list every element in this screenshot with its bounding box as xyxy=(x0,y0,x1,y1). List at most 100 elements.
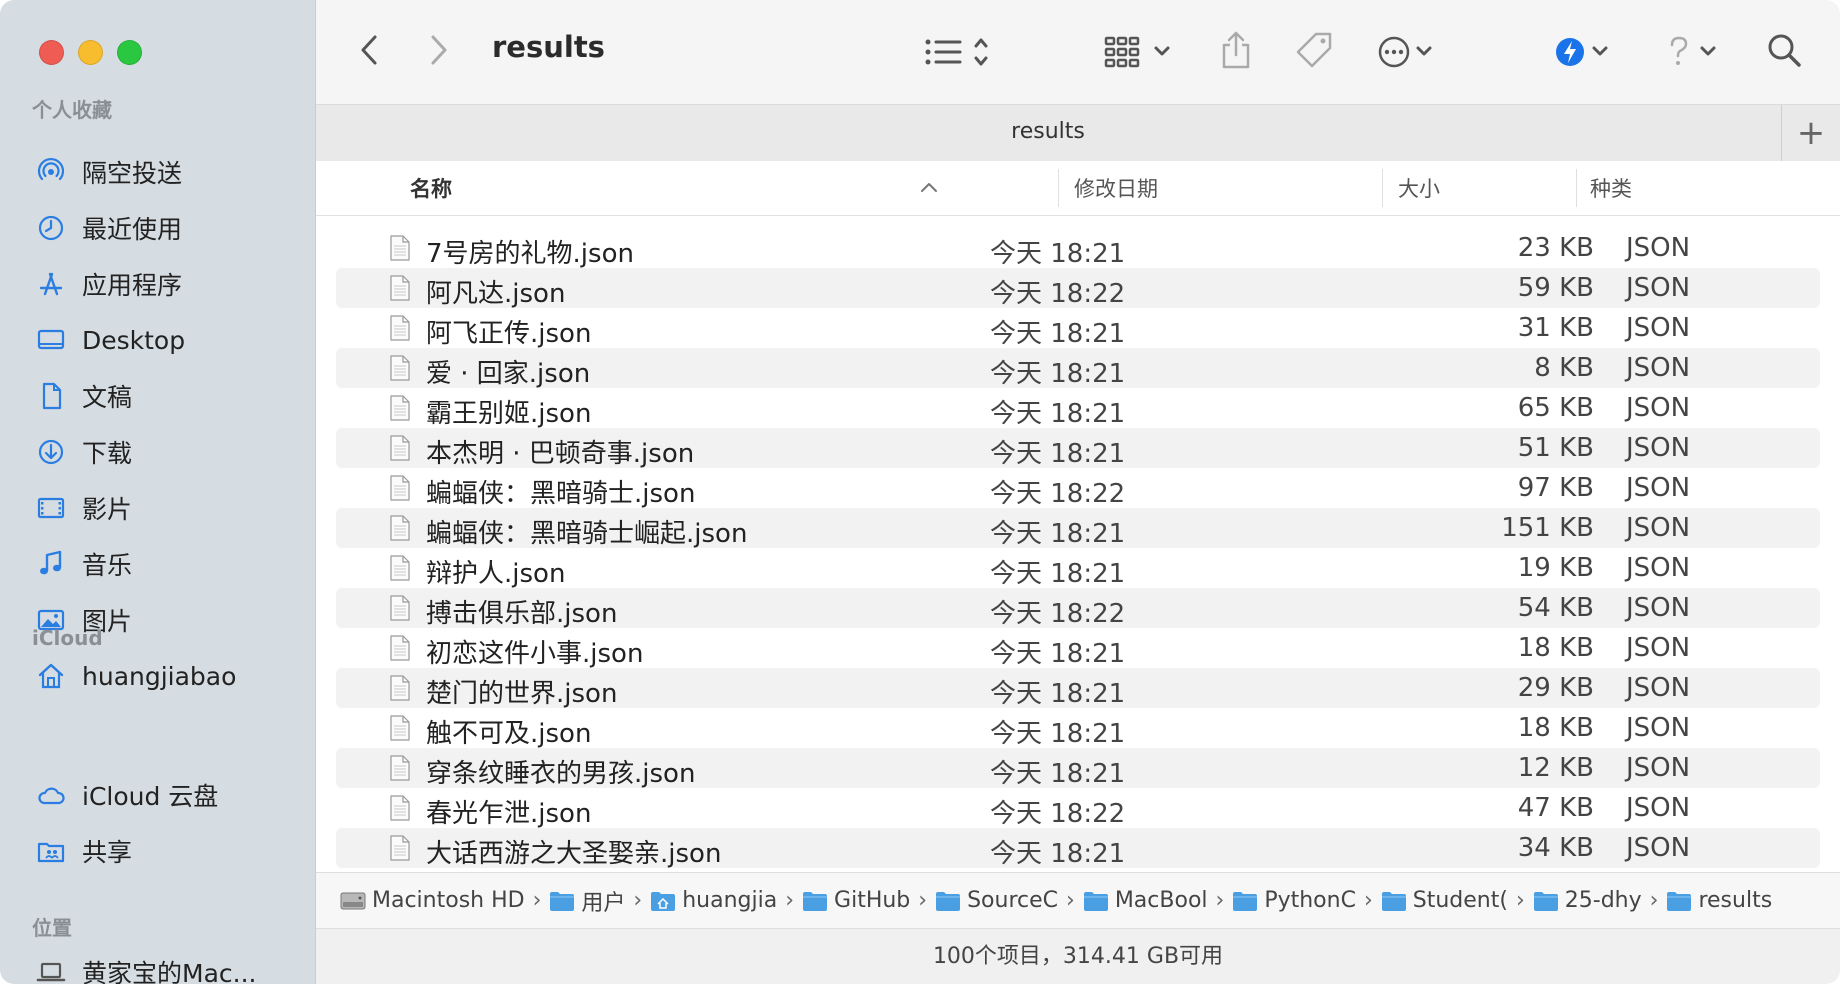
extension-button[interactable] xyxy=(1554,32,1620,72)
file-size: 65 KB xyxy=(1517,393,1594,423)
search-button[interactable] xyxy=(1764,30,1804,70)
sidebar-item-laptop[interactable]: 黄家宝的Mac... xyxy=(36,952,256,984)
table-row[interactable]: 7号房的礼物.json 今天 18:21 23 KB JSON xyxy=(336,228,1820,269)
table-row[interactable]: 初恋这件小事.json 今天 18:21 18 KB JSON xyxy=(336,628,1820,669)
hard-drive-icon xyxy=(340,890,366,912)
sidebar-item-document[interactable]: 文稿 xyxy=(36,376,132,416)
json-file-icon xyxy=(390,715,410,741)
chevron-left-icon xyxy=(361,35,377,65)
table-row[interactable]: 蝙蝠侠：黑暗骑士.json 今天 18:22 97 KB JSON xyxy=(336,468,1820,509)
path-separator-icon: › xyxy=(1649,888,1659,913)
table-row[interactable]: 搏击俱乐部.json 今天 18:22 54 KB JSON xyxy=(336,588,1820,629)
file-name: 触不可及.json xyxy=(426,719,592,749)
sidebar-item-music[interactable]: 音乐 xyxy=(36,544,132,584)
json-file-icon xyxy=(390,235,410,261)
share-button[interactable] xyxy=(1218,30,1254,70)
forward-button[interactable] xyxy=(424,32,454,68)
path-item[interactable]: Macintosh HD xyxy=(340,888,525,913)
path-item[interactable]: SourceC xyxy=(935,888,1058,913)
table-row[interactable]: 辩护人.json 今天 18:21 19 KB JSON xyxy=(336,548,1820,589)
file-name: 本杰明 · 巴顿奇事.json xyxy=(426,439,695,469)
sidebar-item-shared-folder[interactable]: 共享 xyxy=(36,831,132,871)
sidebar-item-download[interactable]: 下载 xyxy=(36,432,132,472)
file-size: 18 KB xyxy=(1517,633,1594,663)
close-button[interactable] xyxy=(39,40,64,65)
table-row[interactable]: 阿凡达.json 今天 18:22 59 KB JSON xyxy=(336,268,1820,309)
table-row[interactable]: 穿条纹睡衣的男孩.json 今天 18:21 12 KB JSON xyxy=(336,748,1820,789)
table-row[interactable]: 大话西游之大圣娶亲.json 今天 18:21 34 KB JSON xyxy=(336,828,1820,869)
file-name: 春光乍泄.json xyxy=(426,799,592,829)
new-tab-button[interactable]: + xyxy=(1781,105,1840,161)
file-kind: JSON xyxy=(1626,633,1691,663)
table-row[interactable]: 触不可及.json 今天 18:21 18 KB JSON xyxy=(336,708,1820,749)
ellipsis-circle-icon xyxy=(1378,36,1432,68)
path-item[interactable]: 25-dhy xyxy=(1533,888,1642,913)
table-row[interactable]: 爱 · 回家.json 今天 18:21 8 KB JSON xyxy=(336,348,1820,389)
file-date: 今天 18:21 xyxy=(990,399,1126,429)
tab-results[interactable]: results xyxy=(316,119,1780,144)
column-header-kind[interactable]: 种类 xyxy=(1590,173,1632,203)
back-button[interactable] xyxy=(354,32,384,68)
file-date: 今天 18:21 xyxy=(990,359,1126,389)
zoom-button[interactable] xyxy=(117,40,142,65)
path-item[interactable]: results xyxy=(1666,888,1772,913)
table-row[interactable]: 阿飞正传.json 今天 18:21 31 KB JSON xyxy=(336,308,1820,349)
json-file-icon xyxy=(390,395,410,421)
sidebar-item-desktop[interactable]: Desktop xyxy=(36,320,185,360)
column-header-date[interactable]: 修改日期 xyxy=(1074,173,1158,203)
path-separator-icon: › xyxy=(1363,888,1373,913)
path-item[interactable]: 用户 xyxy=(549,885,625,917)
file-name: 蝙蝠侠：黑暗骑士.json xyxy=(426,479,696,509)
file-size: 151 KB xyxy=(1501,513,1594,543)
sidebar-item-home[interactable]: huangjiabao xyxy=(36,656,236,696)
json-file-icon xyxy=(390,435,410,461)
table-row[interactable]: 春光乍泄.json 今天 18:22 47 KB JSON xyxy=(336,788,1820,829)
sidebar-item-airdrop[interactable]: 隔空投送 xyxy=(36,152,182,192)
json-file-icon xyxy=(390,555,410,581)
sidebar-item-applications[interactable]: 应用程序 xyxy=(36,264,182,304)
column-divider[interactable] xyxy=(1382,169,1383,207)
sidebar-section-locations: 位置 xyxy=(32,916,72,940)
list-view-button[interactable] xyxy=(924,32,1000,72)
sidebar-item-film[interactable]: 影片 xyxy=(36,488,132,528)
sidebar-item-label: 影片 xyxy=(82,495,133,524)
path-item[interactable]: MacBool xyxy=(1083,888,1208,913)
path-item[interactable]: PythonC xyxy=(1232,888,1356,913)
list-view-icon xyxy=(925,38,988,66)
shared-folder-icon xyxy=(36,836,66,866)
sidebar-item-label: 应用程序 xyxy=(82,271,183,300)
table-row[interactable]: 本杰明 · 巴顿奇事.json 今天 18:21 51 KB JSON xyxy=(336,428,1820,469)
help-button[interactable] xyxy=(1662,32,1728,72)
path-item[interactable]: Student( xyxy=(1381,888,1508,913)
sidebar-item-cloud[interactable]: iCloud 云盘 xyxy=(36,775,218,815)
file-kind: JSON xyxy=(1626,673,1691,703)
file-name: 霸王别姬.json xyxy=(426,399,592,429)
path-item[interactable]: GitHub xyxy=(802,888,910,913)
chevron-right-icon xyxy=(431,35,447,65)
file-name: 搏击俱乐部.json xyxy=(426,599,618,629)
path-item[interactable]: huangjia xyxy=(650,888,777,913)
path-separator-icon: › xyxy=(1066,888,1075,913)
column-header-name[interactable]: 名称 xyxy=(410,173,452,203)
applications-icon xyxy=(36,269,66,299)
file-kind: JSON xyxy=(1626,513,1691,543)
table-row[interactable]: 蝙蝠侠：黑暗骑士崛起.json 今天 18:21 151 KB JSON xyxy=(336,508,1820,549)
tag-button[interactable] xyxy=(1292,30,1336,70)
json-file-icon xyxy=(390,275,410,301)
more-actions-button[interactable] xyxy=(1378,32,1444,72)
file-name: 爱 · 回家.json xyxy=(426,359,591,389)
sidebar-item-label: huangjiabao xyxy=(82,661,237,691)
column-divider[interactable] xyxy=(1058,169,1059,207)
json-file-icon xyxy=(390,795,410,821)
sidebar-item-clock[interactable]: 最近使用 xyxy=(36,208,182,248)
file-name: 7号房的礼物.json xyxy=(426,239,634,269)
table-row[interactable]: 霸王别姬.json 今天 18:21 65 KB JSON xyxy=(336,388,1820,429)
group-button[interactable] xyxy=(1104,32,1180,72)
file-name: 辩护人.json xyxy=(426,559,566,589)
column-header-size[interactable]: 大小 xyxy=(1398,173,1440,203)
minimize-button[interactable] xyxy=(78,40,103,65)
column-divider[interactable] xyxy=(1576,169,1577,207)
file-size: 59 KB xyxy=(1517,273,1594,303)
sidebar-item-label: Desktop xyxy=(82,325,186,355)
table-row[interactable]: 楚门的世界.json 今天 18:21 29 KB JSON xyxy=(336,668,1820,709)
